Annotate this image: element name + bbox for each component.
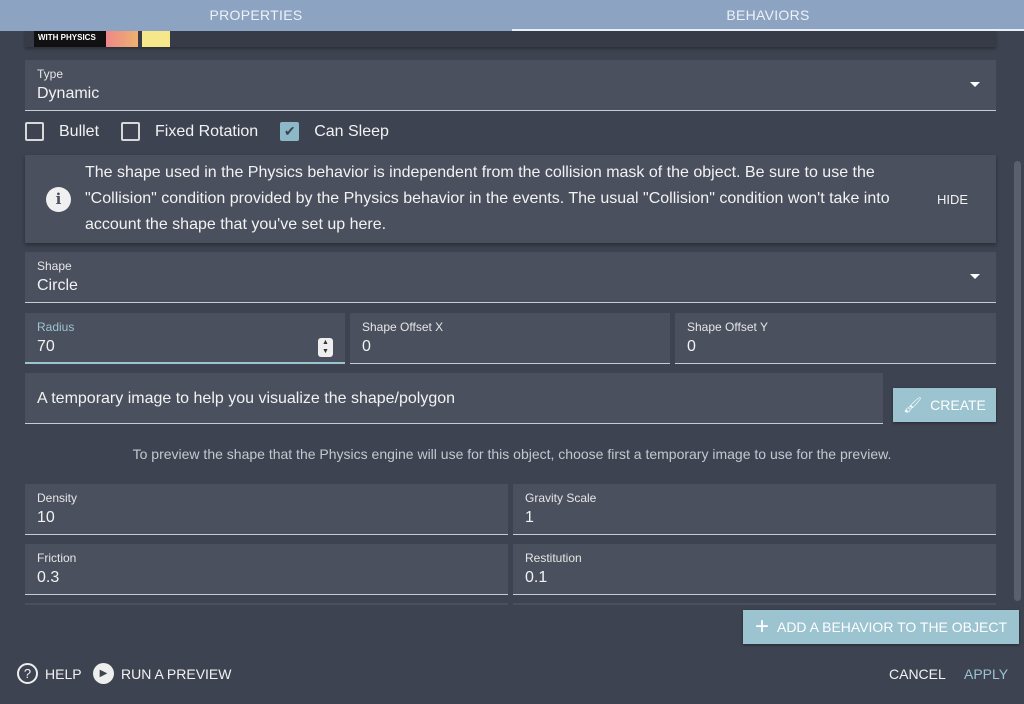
shape-value: Circle [37,277,78,294]
preview-hint: To preview the shape that the Physics en… [132,446,892,462]
checkbox-icon[interactable] [121,122,141,141]
offset-x-label: Shape Offset X [362,320,444,334]
create-label: CREATE [930,397,986,413]
density-input[interactable]: Density 10 [25,484,508,535]
gravity-label: Gravity Scale [525,491,597,505]
can-sleep-label: Can Sleep [314,122,389,140]
offset-x-value[interactable]: 0 [362,338,658,356]
checkbox-icon[interactable] [25,122,44,141]
hide-button[interactable]: HIDE [937,192,968,207]
fixed-rotation-checkbox[interactable]: Fixed Rotation [121,122,258,141]
play-icon: ▶ [93,663,114,684]
temporary-image-placeholder: A temporary image to help you visualize … [37,390,456,407]
type-select[interactable]: Type Dynamic [25,60,996,111]
checkmark-icon[interactable]: ✔ [280,122,300,141]
bullet-checkbox[interactable]: Bullet [25,122,99,141]
number-stepper-icon[interactable]: ▲ ▼ [318,338,333,357]
dropdown-arrow-icon [970,82,980,87]
paintbrush-icon: 🖌 [903,397,923,414]
info-alert: i The shape used in the Physics behavior… [25,155,996,243]
add-behavior-button[interactable]: + ADD A BEHAVIOR TO THE OBJECT [743,610,1019,644]
radius-label: Radius [37,320,75,334]
tab-bar: PROPERTIES BEHAVIORS [0,0,1024,31]
type-label: Type [37,67,64,81]
radius-value[interactable]: 70 [37,338,333,356]
restitution-value[interactable]: 0.1 [525,569,984,587]
restitution-label: Restitution [525,551,582,565]
bullet-label: Bullet [59,122,100,140]
next-field-partial [25,603,508,605]
info-text: The shape used in the Physics behavior i… [85,164,890,233]
dropdown-arrow-icon [970,274,980,279]
shape-label: Shape [37,259,72,273]
shape-offset-x-input[interactable]: Shape Offset X 0 [350,313,670,364]
fixed-rotation-label: Fixed Rotation [155,122,259,140]
cancel-button[interactable]: CANCEL [889,666,946,682]
behavior-panel: WITH PHYSICS Type Dynamic Bullet Fixed R… [0,31,1024,605]
cancel-label: CANCEL [889,666,946,682]
info-icon: i [46,186,71,212]
apply-label: APPLY [964,666,1009,682]
scrollbar[interactable] [1014,161,1021,601]
apply-button[interactable]: APPLY [964,666,1008,682]
friction-label: Friction [37,551,77,565]
gravity-scale-input[interactable]: Gravity Scale 1 [513,484,996,535]
gravity-value[interactable]: 1 [525,509,984,527]
options-checkboxes: Bullet Fixed Rotation ✔ Can Sleep [25,122,411,141]
help-label: HELP [45,665,82,682]
tab-properties[interactable]: PROPERTIES [0,0,512,31]
shape-offset-y-input[interactable]: Shape Offset Y 0 [675,313,996,364]
behavior-thumbnail: WITH PHYSICS [34,31,170,47]
radius-input[interactable]: Radius 70 ▲ ▼ [25,313,345,364]
help-icon: ? [17,663,38,684]
can-sleep-checkbox[interactable]: ✔ Can Sleep [280,122,389,141]
temporary-image-input[interactable]: A temporary image to help you visualize … [25,373,883,424]
tab-behaviors[interactable]: BEHAVIORS [512,0,1024,31]
friction-value[interactable]: 0.3 [37,569,496,587]
type-value: Dynamic [37,85,100,102]
friction-input[interactable]: Friction 0.3 [25,544,508,595]
behavior-card-header [25,31,996,47]
run-preview-label: RUN A PREVIEW [121,665,232,682]
thumbnail-label: WITH PHYSICS [34,31,106,47]
density-label: Density [37,491,78,505]
density-value[interactable]: 10 [37,509,496,527]
restitution-input[interactable]: Restitution 0.1 [513,544,996,595]
plus-icon: + [754,613,769,640]
run-preview-button[interactable]: ▶ RUN A PREVIEW [93,663,231,684]
shape-select[interactable]: Shape Circle [25,252,996,303]
next-field-partial [513,603,996,605]
create-button[interactable]: 🖌 CREATE [893,388,996,422]
offset-y-value[interactable]: 0 [687,338,984,356]
offset-y-label: Shape Offset Y [687,320,768,334]
add-behavior-label: ADD A BEHAVIOR TO THE OBJECT [776,619,1008,635]
help-button[interactable]: ? HELP [17,663,82,684]
